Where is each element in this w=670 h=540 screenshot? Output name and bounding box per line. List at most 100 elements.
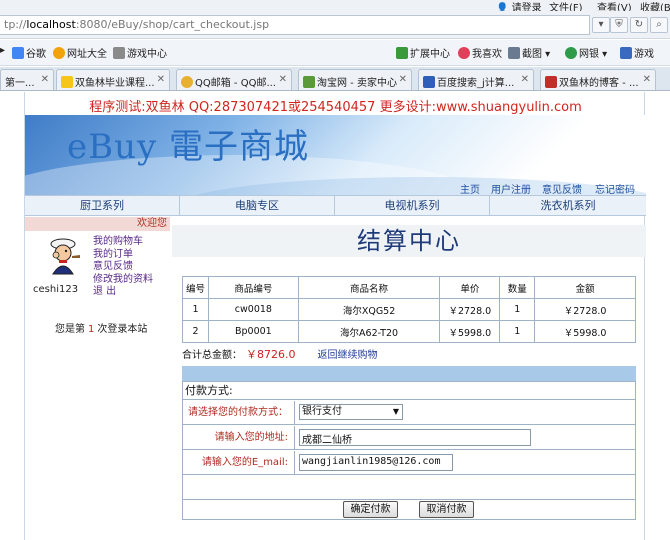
avatar	[50, 238, 80, 275]
category-nav: 厨卫系列 电脑专区 电视机系列 洗衣机系列	[25, 195, 646, 216]
confirm-payment-button[interactable]: 确定付款	[343, 501, 398, 518]
table-cell: ￥5998.0	[439, 320, 501, 343]
scissors-icon	[508, 47, 520, 59]
empty-row	[183, 476, 635, 500]
cart-table: 编号 商品编号 商品名称 单价 数量 金额 1 cw0018 海尔XQG52 ￥…	[182, 276, 636, 343]
site-logo: eBuy 電子商城	[67, 127, 310, 167]
url-prefix: tp://	[4, 18, 27, 31]
browser-menu-bar: 👤 请登录 文件(F) 查看(V) 收藏(B)	[0, 0, 670, 14]
fav-game-center[interactable]: 游戏中心	[113, 45, 167, 60]
web-page: 程序测试:双鱼林 QQ:287307421或254540457 更多设计:www…	[24, 92, 646, 540]
address-label: 请输入您的地址:	[183, 426, 295, 449]
chevron-down-icon: ▼	[392, 407, 399, 416]
baidu-icon	[423, 76, 435, 88]
table-cell: 1	[499, 298, 536, 321]
feedback-link[interactable]: 意见反馈	[93, 261, 153, 274]
search-icon[interactable]: ⌕	[650, 17, 668, 33]
table-cell: cw0018	[207, 298, 299, 321]
close-icon[interactable]: ✕	[41, 74, 49, 85]
nav-forgot-password-link[interactable]: 忘记密码	[595, 181, 635, 196]
fav-google[interactable]: 谷歌	[12, 45, 46, 60]
close-icon[interactable]: ✕	[643, 74, 651, 85]
fav-extension[interactable]: 扩展中心	[396, 45, 450, 60]
table-cell: ￥5998.0	[534, 320, 636, 343]
tab-2[interactable]: 双鱼林毕业课程... ✕	[56, 69, 170, 90]
table-cell: 1	[499, 320, 536, 343]
edit-profile-link[interactable]: 修改我的资料	[93, 274, 153, 287]
category-washing-machine[interactable]: 洗衣机系列	[490, 196, 646, 215]
qq-mail-icon	[181, 76, 193, 88]
heart-icon	[458, 47, 470, 59]
fav-bank[interactable]: 网银 ▾	[565, 45, 607, 60]
table-cell: ￥2728.0	[439, 298, 501, 321]
total-amount: ￥8726.0	[246, 348, 296, 361]
table-header: 商品名称	[297, 276, 441, 299]
web-directory-icon	[53, 47, 65, 59]
tab-5[interactable]: 百度搜索_j计算... ✕	[418, 69, 534, 90]
fav-game-label: 游戏	[634, 49, 654, 60]
site-banner: eBuy 電子商城 主页 用户注册 意见反馈 忘记密码	[25, 115, 646, 205]
star-icon	[61, 76, 73, 88]
nav-feedback-link[interactable]: 意见反馈	[542, 181, 582, 196]
button-row: 确定付款 取消付款	[183, 501, 635, 520]
taobao-icon	[303, 76, 315, 88]
logout-link[interactable]: 退 出	[93, 286, 153, 299]
tab-4[interactable]: 淘宝网 - 卖家中心 ✕	[298, 69, 412, 90]
favorites-bar: ▸ 谷歌 网址大全 游戏中心 扩展中心 我喜欢 截图 ▾ 网银 ▾ 游戏	[0, 40, 670, 66]
close-icon[interactable]: ✕	[399, 74, 407, 85]
section-divider	[182, 366, 636, 381]
nav-register-link[interactable]: 用户注册	[491, 181, 531, 196]
fav-like-label: 我喜欢	[472, 49, 502, 60]
tab-3[interactable]: QQ邮箱 - QQ邮... ✕	[176, 69, 292, 90]
address-input[interactable]: 成都二仙桥	[299, 429, 531, 446]
nav-home-link[interactable]: 主页	[460, 181, 480, 196]
shield-icon[interactable]: ⛨	[610, 17, 628, 33]
tab-1[interactable]: 第一... ✕	[0, 69, 54, 90]
email-input[interactable]: wangjianlin1985@126.com	[299, 454, 453, 471]
user-sidebar: 欢迎您 ceshi123 我的购物车 我的订单 意见反馈 修改我的资料 退 出 …	[25, 217, 170, 337]
fav-extension-label: 扩展中心	[410, 49, 450, 60]
fav-like[interactable]: 我喜欢	[458, 45, 502, 60]
bank-icon	[565, 47, 577, 59]
tab-bar: 第一... ✕ 双鱼林毕业课程... ✕ QQ邮箱 - QQ邮... ✕ 淘宝网 - …	[0, 67, 670, 91]
url-input[interactable]: tp://localhost:8080/eBuy/shop/cart_check…	[0, 15, 590, 35]
my-cart-link[interactable]: 我的购物车	[93, 236, 153, 249]
visit-count: 您是第 1 次登录本站	[55, 320, 147, 335]
payment-method-select[interactable]: 银行支付 ▼	[299, 404, 403, 420]
tab-4-label: 淘宝网 - 卖家中心	[317, 78, 397, 89]
tab-6[interactable]: 双鱼林的博客 - ... ✕	[540, 69, 656, 90]
cancel-payment-button[interactable]: 取消付款	[419, 501, 474, 518]
fav-web-directory[interactable]: 网址大全	[53, 45, 107, 60]
close-icon[interactable]: ✕	[279, 74, 287, 85]
user-links: 我的购物车 我的订单 意见反馈 修改我的资料 退 出	[93, 236, 153, 299]
fav-bank-label: 网银	[579, 49, 599, 60]
close-icon[interactable]: ✕	[157, 74, 165, 85]
my-orders-link[interactable]: 我的订单	[93, 249, 153, 262]
close-icon[interactable]: ✕	[521, 74, 529, 85]
category-kitchen[interactable]: 厨卫系列	[25, 196, 180, 215]
visit-count-prefix: 您是第	[55, 324, 85, 335]
category-computer[interactable]: 电脑专区	[180, 196, 335, 215]
payment-heading: 付款方式:	[183, 382, 635, 400]
promo-text: 程序测试:双鱼林 QQ:287307421或254540457 更多设计:www…	[89, 100, 582, 115]
table-header: 商品编号	[207, 276, 299, 299]
fav-screenshot[interactable]: 截图 ▾	[508, 45, 550, 60]
order-summary: 合计总金额： ￥8726.0 返回继续购物	[182, 346, 378, 362]
fav-google-label: 谷歌	[26, 49, 46, 60]
favorites-toggle-icon[interactable]: ▸	[0, 45, 5, 56]
payment-method-label: 请选择您的付款方式：	[183, 401, 295, 424]
extension-icon	[396, 47, 408, 59]
dropdown-arrow-icon[interactable]: ▾	[592, 17, 610, 33]
fav-game-center-label: 游戏中心	[127, 49, 167, 60]
payment-method-row: 请选择您的付款方式： 银行支付 ▼	[183, 401, 635, 425]
table-cell: Bp0001	[207, 320, 299, 343]
table-header: 金额	[534, 276, 636, 299]
continue-shopping-link[interactable]: 返回继续购物	[318, 350, 378, 361]
welcome-label: 欢迎您	[25, 217, 170, 231]
category-tv[interactable]: 电视机系列	[335, 196, 490, 215]
fav-game[interactable]: 游戏	[620, 45, 654, 60]
table-cell: 2	[182, 320, 209, 343]
username: ceshi123	[33, 284, 79, 295]
refresh-icon[interactable]: ↻	[630, 17, 648, 33]
table-header-row: 编号 商品编号 商品名称 单价 数量 金额	[182, 276, 636, 299]
